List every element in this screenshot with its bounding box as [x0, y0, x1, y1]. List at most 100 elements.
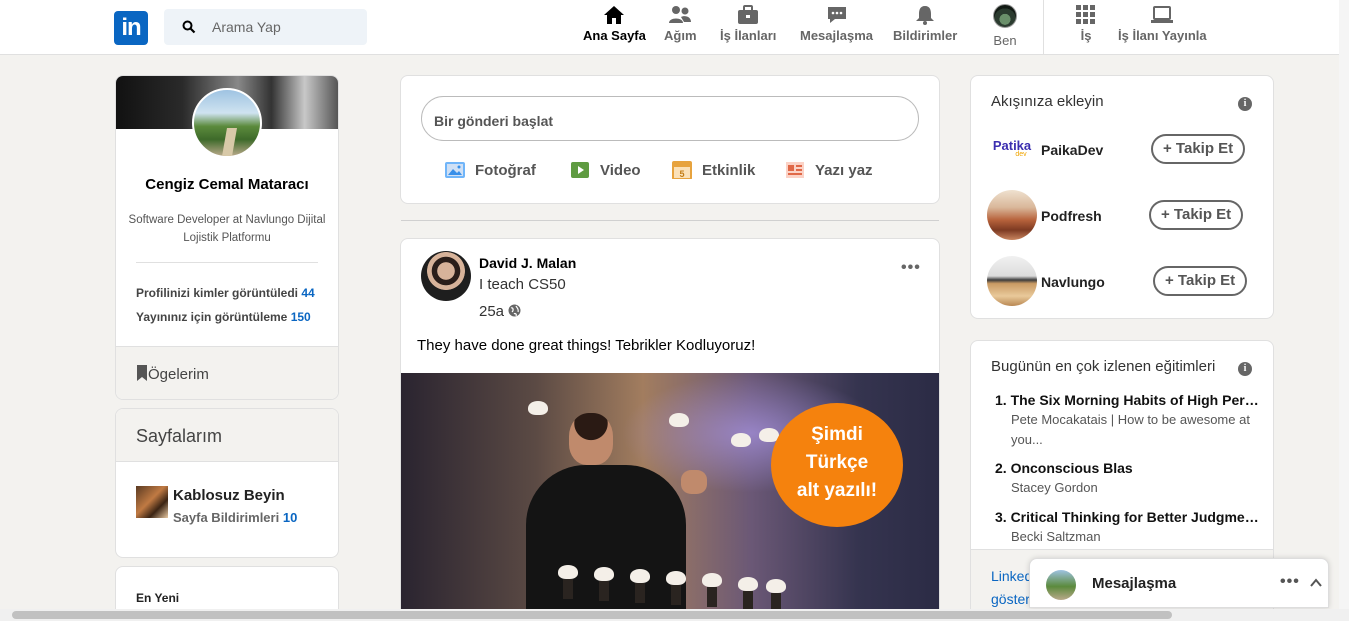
post-views-stat[interactable]: Yayınınız için görüntüleme 150	[136, 310, 311, 324]
badge-line: Türkçe	[805, 452, 869, 473]
nav-jobs-label: İş İlanları	[720, 28, 777, 43]
course-author: Stacey Gordon	[1011, 480, 1098, 495]
photo-action[interactable]: Fotoğraf	[445, 161, 536, 179]
bookmark-icon	[137, 365, 147, 381]
vertical-scrollbar[interactable]	[1339, 0, 1349, 609]
badge-line: Şimdi	[811, 424, 863, 445]
follow-item: Patika dev PaikaDev + Takip Et	[987, 124, 1267, 174]
follow-name[interactable]: Navlungo	[1041, 274, 1105, 290]
profile-views-label: Profilinizi kimler görüntüledi	[136, 286, 299, 300]
page-notifications-label: Sayfa Bildirimleri	[173, 510, 280, 525]
video-icon	[571, 162, 589, 178]
podfresh-logo[interactable]	[987, 190, 1037, 240]
start-post-input[interactable]: Bir gönderi başlat	[421, 96, 919, 141]
patika-logo-text: Patika	[992, 138, 1032, 153]
messaging-bar[interactable]: Mesajlaşma •••	[1029, 558, 1329, 608]
profile-name[interactable]: Cengiz Cemal Mataracı	[116, 176, 338, 193]
nav-notifications[interactable]: Bildirimler	[893, 0, 957, 55]
post-author-headline: I teach CS50	[479, 276, 566, 293]
nav-post-job[interactable]: İş İlanı Yayınla	[1118, 0, 1207, 55]
nav-me-label: Ben	[993, 33, 1017, 48]
follow-name[interactable]: PaikaDev	[1041, 142, 1103, 158]
post-more-menu[interactable]: •••	[901, 259, 921, 277]
profile-views-stat[interactable]: Profilinizi kimler görüntüledi 44	[136, 286, 315, 300]
nav-home[interactable]: Ana Sayfa	[583, 0, 646, 55]
grid-icon	[1076, 5, 1095, 24]
feed-post: David J. Malan I teach CS50 25a ••• They…	[400, 238, 940, 618]
pages-card: Sayfalarım Kablosuz Beyin Sayfa Bildirim…	[115, 408, 339, 558]
linkedin-logo[interactable]: in	[114, 11, 148, 45]
article-action[interactable]: Yazı yaz	[785, 161, 873, 179]
pages-title: Sayfalarım	[136, 426, 223, 446]
course-author: Pete Mocakatais | How to be awesome at y…	[1011, 412, 1250, 447]
horizontal-scrollbar[interactable]	[0, 609, 1349, 621]
nav-home-label: Ana Sayfa	[583, 28, 646, 43]
page-name[interactable]: Kablosuz Beyin	[173, 487, 285, 504]
nav-messaging[interactable]: Mesajlaşma	[800, 0, 873, 55]
post-timestamp: 25a	[479, 303, 521, 320]
feed-sort-divider	[401, 220, 939, 221]
nav-network-label: Ağım	[664, 28, 697, 43]
my-items-label: Ögelerim	[148, 366, 209, 383]
calendar-icon: 5	[672, 161, 692, 179]
my-items-link[interactable]: Ögelerim	[116, 346, 338, 399]
badge-line: alt yazılı!	[796, 480, 878, 501]
nav-network[interactable]: Ağım	[664, 0, 697, 55]
photo-action-label: Fotoğraf	[475, 161, 536, 179]
post-views-count: 150	[290, 310, 311, 324]
nav-notifications-label: Bildirimler	[893, 28, 958, 43]
post-text: They have done great things! Tebrikler K…	[417, 337, 756, 354]
nav-divider	[1043, 0, 1044, 55]
profile-divider	[136, 262, 318, 263]
nav-post-job-label: İş İlanı Yayınla	[1118, 28, 1207, 43]
page-notifications-count: 10	[282, 510, 298, 525]
follow-button[interactable]: + Takip Et	[1149, 200, 1244, 230]
follow-item: Podfresh + Takip Et	[987, 190, 1267, 240]
course-item[interactable]: 1. The Six Morning Habits of High Perfor…	[995, 392, 1260, 450]
info-icon[interactable]: i	[1238, 97, 1252, 111]
post-views-label: Yayınınız için görüntüleme	[136, 310, 288, 324]
messaging-more-menu[interactable]: •••	[1280, 573, 1300, 591]
page-notifications[interactable]: Sayfa Bildirimleri 10	[173, 510, 297, 525]
follow-item: Navlungo + Takip Et	[987, 256, 1267, 306]
courses-footer-line: göster	[991, 591, 1030, 607]
follow-button[interactable]: + Takip Et	[1151, 134, 1246, 164]
course-author: Becki Saltzman	[1011, 529, 1101, 544]
video-action-label: Video	[600, 161, 641, 179]
nav-work[interactable]: İş	[1074, 0, 1098, 55]
navlungo-logo[interactable]	[987, 256, 1037, 306]
info-icon[interactable]: i	[1238, 362, 1252, 376]
courses-title: Bugünün en çok izlenen eğitimleri	[991, 358, 1216, 375]
course-item[interactable]: 2. Onconscious Blas Stacey Gordon	[995, 460, 1260, 498]
post-image[interactable]: Şimdi Türkçe alt yazılı!	[401, 373, 939, 613]
horizontal-scroll-thumb[interactable]	[12, 611, 1172, 619]
nav-messaging-label: Mesajlaşma	[800, 28, 873, 43]
page-thumbnail[interactable]	[136, 486, 168, 518]
avatar	[993, 4, 1017, 28]
briefcase-icon	[738, 5, 759, 24]
search-input[interactable]	[212, 9, 362, 45]
article-action-label: Yazı yaz	[815, 161, 873, 179]
video-action[interactable]: Video	[570, 161, 641, 179]
course-item[interactable]: 3. Critical Thinking for Better Judgment…	[995, 509, 1260, 547]
messaging-avatar	[1046, 570, 1076, 600]
search-box[interactable]	[164, 9, 367, 45]
nav-jobs[interactable]: İş İlanları	[720, 0, 776, 55]
post-author-name[interactable]: David J. Malan	[479, 255, 576, 271]
profile-headline: Software Developer at Navlungo Dijital L…	[128, 214, 326, 244]
follow-name[interactable]: Podfresh	[1041, 208, 1102, 224]
recent-title: En Yeni	[136, 591, 180, 605]
chevron-up-icon[interactable]	[1310, 577, 1322, 589]
event-action[interactable]: 5 Etkinlik	[672, 161, 755, 179]
event-action-label: Etkinlik	[702, 161, 756, 179]
post-author-avatar[interactable]	[421, 251, 471, 301]
add-to-feed-card: Akışınıza ekleyin i Patika dev PaikaDev …	[970, 75, 1274, 319]
profile-photo[interactable]	[192, 88, 262, 158]
photo-icon	[445, 162, 465, 178]
nav-me[interactable]: Ben	[993, 0, 1017, 55]
chat-icon	[827, 7, 846, 23]
search-icon	[182, 20, 196, 34]
messaging-title: Mesajlaşma	[1092, 575, 1177, 592]
patika-logo[interactable]: Patika dev	[987, 124, 1037, 174]
follow-button[interactable]: + Takip Et	[1153, 266, 1248, 296]
